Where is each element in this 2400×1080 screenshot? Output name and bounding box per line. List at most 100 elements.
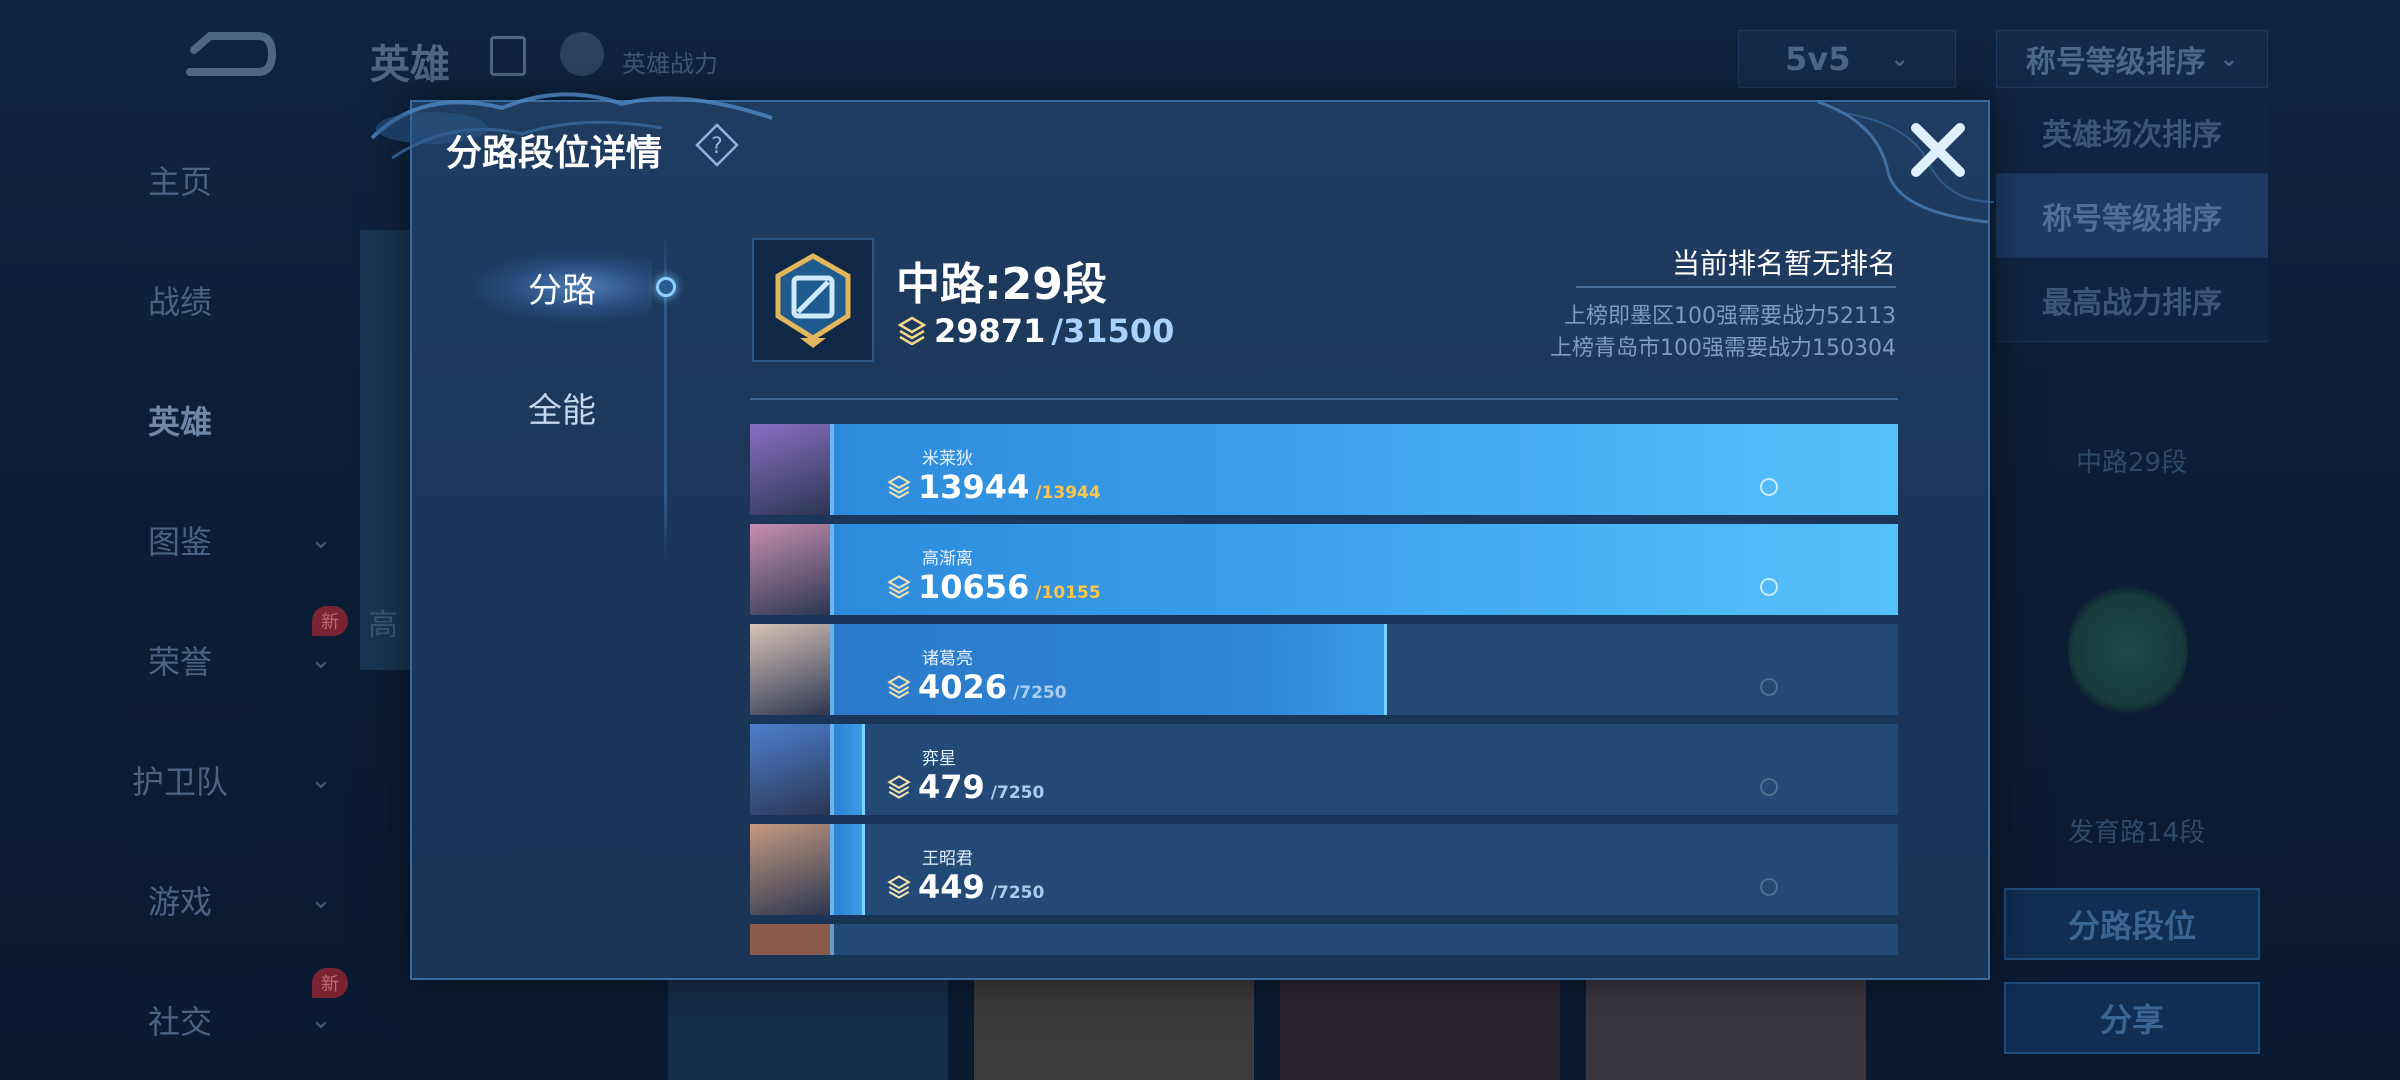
lane-tabs: 分路 全能 <box>412 232 682 562</box>
sort-option-matches[interactable]: 英雄场次排序 <box>1996 90 2268 174</box>
power-progress-fill <box>750 624 1388 715</box>
nav-label: 社交 <box>147 1003 212 1041</box>
lane-badge-icon <box>2068 580 2188 720</box>
rank-requirement-district: 上榜即墨区100强需要战力52113 <box>1564 304 1896 329</box>
list-icon[interactable] <box>490 36 526 76</box>
lane-power-current: 29871 <box>934 312 1046 350</box>
lane-power: 29871/31500 <box>896 312 1174 350</box>
power-icon <box>897 316 927 346</box>
hero-power-required: /7250 <box>990 783 1045 803</box>
hero-power: 4026 /7250 <box>886 668 1067 706</box>
lane-rank-title: 中路:29段 <box>896 259 1107 310</box>
chevron-down-icon: ⌄ <box>310 1005 332 1035</box>
hero-power: 10656 /10155 <box>886 568 1101 606</box>
sort-option-title-level[interactable]: 称号等级排序 <box>1996 174 2268 258</box>
hero-strip-label: 高 <box>368 608 398 643</box>
nav-label: 图鉴 <box>147 523 212 561</box>
mode-dropdown[interactable]: 5v5 ⌄ <box>1738 30 1956 88</box>
nav-label: 战绩 <box>147 283 212 321</box>
hero-name: 王昭君 <box>922 849 973 869</box>
mid-lane-icon <box>775 253 851 348</box>
back-arrow-icon[interactable] <box>180 28 276 84</box>
hero-power-icon[interactable] <box>560 32 604 76</box>
chevron-down-icon: ⌄ <box>310 885 332 915</box>
new-badge: 新 <box>312 606 348 636</box>
rank-status: 当前排名暂无排名 <box>1671 247 1896 280</box>
close-icon[interactable] <box>1900 112 1976 188</box>
hero-power-value: 4026 <box>918 668 1008 706</box>
nav-label: 主页 <box>147 163 212 201</box>
hero-portrait <box>750 924 834 955</box>
sparkle-icon <box>1760 878 1778 896</box>
nav-item-hero[interactable]: 英雄 <box>0 390 360 450</box>
nav-item-guard-team[interactable]: 护卫队 ⌄ <box>0 750 360 810</box>
hero-name: 米莱狄 <box>922 449 973 469</box>
hero-power-value: 479 <box>918 768 985 806</box>
hero-portrait <box>750 424 834 515</box>
new-badge: 新 <box>312 968 348 998</box>
nav-label: 护卫队 <box>131 763 228 801</box>
nav-item-social[interactable]: 社交 ⌄ <box>0 990 360 1050</box>
nav-item-record[interactable]: 战绩 <box>0 270 360 330</box>
power-icon <box>887 875 911 899</box>
rank-requirement-city: 上榜青岛市100强需要战力150304 <box>1550 336 1896 361</box>
hero-row[interactable]: 诸葛亮 4026 /7250 <box>750 624 1898 716</box>
dialog-title: 分路段位详情 <box>446 133 663 174</box>
lane-rank-dialog: 分路段位详情 ? 分路 全能 中路:29段 29871/31500 当前排名暂无… <box>370 92 1995 980</box>
lane-rank-button[interactable]: 分路段位 <box>2004 888 2260 960</box>
sparkle-icon <box>1760 578 1778 596</box>
hero-row[interactable]: 王昭君 449 /7250 <box>750 824 1898 916</box>
hero-power-value: 13944 <box>918 468 1030 506</box>
nav-item-gallery[interactable]: 图鉴 ⌄ <box>0 510 360 570</box>
hero-card[interactable] <box>974 980 1254 1080</box>
tab-lane[interactable]: 分路 <box>472 252 652 322</box>
hero-power-required: /7250 <box>990 883 1045 903</box>
rank-divider <box>1576 286 1896 288</box>
hero-row[interactable]: 米莱狄 13944 /13944 <box>750 424 1898 516</box>
hero-power: 13944 /13944 <box>886 468 1101 506</box>
hero-name: 高渐离 <box>922 549 973 569</box>
sort-option-max-power[interactable]: 最高战力排序 <box>1996 258 2268 342</box>
chevron-down-icon: ⌄ <box>310 645 332 675</box>
sparkle-icon <box>1760 478 1778 496</box>
lane-power-max: /31500 <box>1051 312 1175 350</box>
power-icon <box>887 675 911 699</box>
hero-card[interactable] <box>668 980 948 1080</box>
power-icon <box>887 475 911 499</box>
nav-label: 游戏 <box>147 883 212 921</box>
hero-card[interactable] <box>1586 980 1866 1080</box>
hero-power-required: /13944 <box>1035 483 1101 503</box>
hero-card[interactable] <box>1280 980 1560 1080</box>
hero-power-required: /7250 <box>1013 683 1067 703</box>
nav-item-game[interactable]: 游戏 ⌄ <box>0 870 360 930</box>
question-icon[interactable]: ? <box>694 122 740 168</box>
hero-name: 弈星 <box>922 749 956 769</box>
svg-text:?: ? <box>711 134 723 159</box>
hero-power-required: /10155 <box>1035 583 1101 603</box>
hero-row[interactable]: 高渐离 10656 /10155 <box>750 524 1898 616</box>
section-divider <box>750 398 1898 400</box>
power-icon <box>887 775 911 799</box>
share-button[interactable]: 分享 <box>2004 982 2260 1054</box>
nav-item-home[interactable]: 主页 <box>0 150 360 210</box>
hero-power-list[interactable]: 米莱狄 13944 /13944 高渐离 10656 /10155 诸葛亮 40… <box>750 424 1898 956</box>
nav-label: 荣誉 <box>147 643 212 681</box>
right-lane-rank-2: 发育路14段 <box>2068 818 2206 848</box>
hero-row[interactable]: 弈星 479 /7250 <box>750 724 1898 816</box>
hero-power-value: 449 <box>918 868 985 906</box>
right-lane-rank-1: 中路29段 <box>2076 448 2188 478</box>
chevron-down-icon: ⌄ <box>1890 46 1909 72</box>
hero-portrait <box>750 824 834 915</box>
hero-power-value: 10656 <box>918 568 1030 606</box>
chevron-down-icon: ⌄ <box>2219 46 2239 72</box>
chevron-down-icon: ⌄ <box>310 765 332 795</box>
hero-preview-strip[interactable]: 高 <box>360 230 412 670</box>
hero-power-label[interactable]: 英雄战力 <box>622 44 718 79</box>
sort-dropdown[interactable]: 称号等级排序 ⌄ <box>1996 30 2268 88</box>
hero-portrait <box>750 624 834 715</box>
hero-row-partial[interactable] <box>750 924 1898 956</box>
nav-item-honor[interactable]: 荣誉 ⌄ <box>0 630 360 690</box>
tab-all-round[interactable]: 全能 <box>472 372 652 442</box>
sparkle-icon <box>1760 678 1778 696</box>
hero-power: 479 /7250 <box>886 768 1044 806</box>
